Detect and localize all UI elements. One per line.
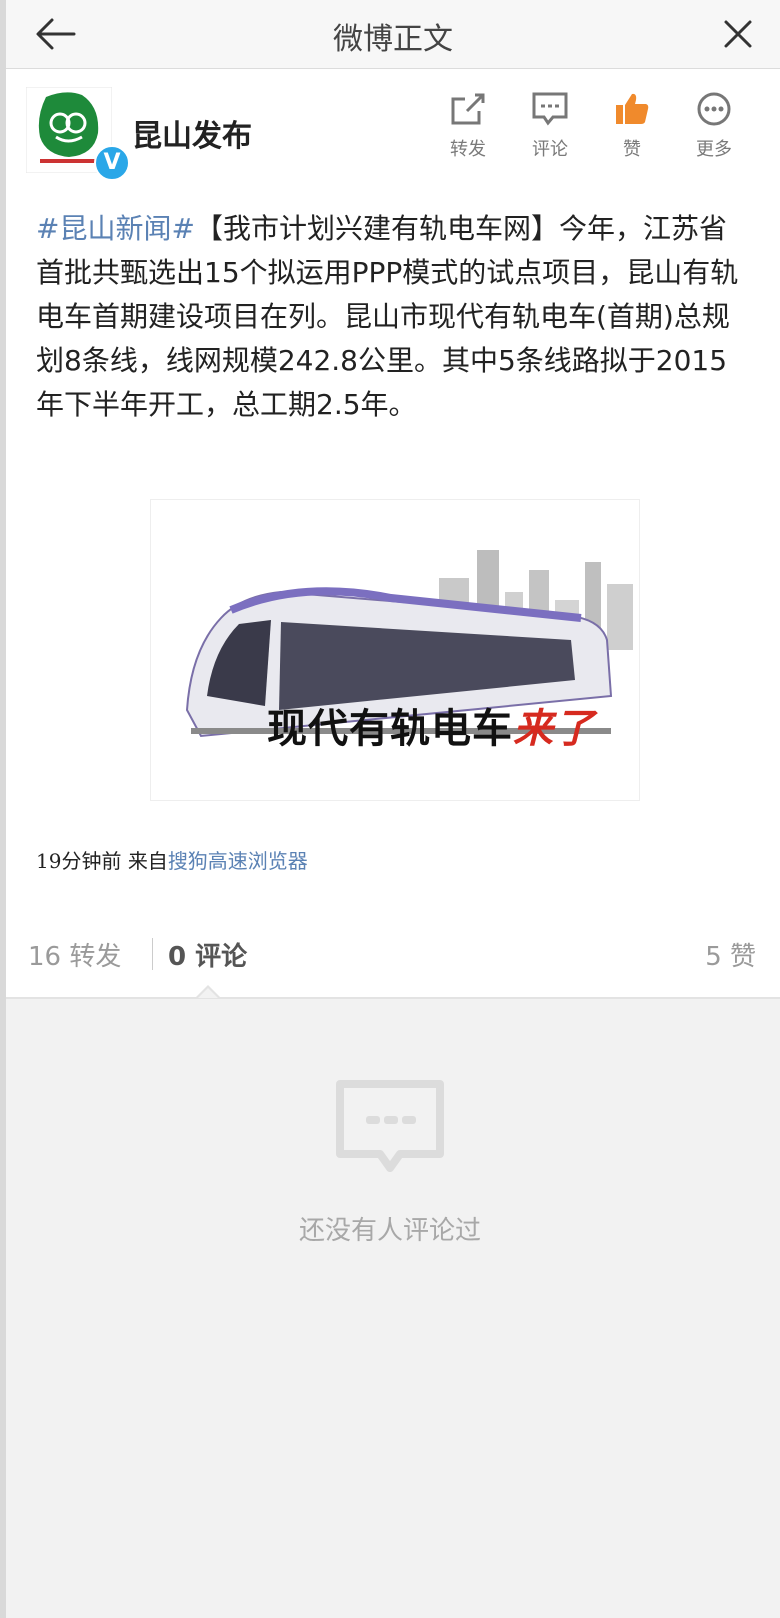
more-action-button[interactable]: 更多 xyxy=(684,91,744,161)
post-meta: 19分钟前 来自搜狗高速浏览器 xyxy=(36,845,308,874)
weibo-detail-page: 微博正文 V 昆山发布 转发 评论 赞 更多 #昆山新闻#【我市计划兴建有轨电车… xyxy=(0,0,780,1618)
top-bar: 微博正文 xyxy=(6,0,780,69)
repost-action-button[interactable]: 转发 xyxy=(438,91,498,161)
close-icon xyxy=(724,20,752,48)
tab-likes[interactable]: 5 赞 xyxy=(705,936,756,973)
comment-action-label: 评论 xyxy=(532,139,568,160)
tab-comments[interactable]: 0 评论 xyxy=(168,936,247,973)
tab-reposts[interactable]: 16 转发 xyxy=(28,936,121,973)
repost-action-label: 转发 xyxy=(450,139,486,160)
image-caption-main: 现代有轨电车 xyxy=(267,706,513,752)
empty-comments-text: 还没有人评论过 xyxy=(298,1216,481,1246)
more-icon xyxy=(697,92,731,126)
like-action-label: 赞 xyxy=(623,139,641,160)
empty-comment-icon xyxy=(336,1080,444,1172)
comment-action-button[interactable]: 评论 xyxy=(520,91,580,161)
post-from-label: 来自 xyxy=(127,849,168,873)
comment-icon xyxy=(532,92,568,126)
stats-bar: 16 转发 0 评论 5 赞 xyxy=(6,908,780,998)
post-text: #昆山新闻#【我市计划兴建有轨电车网】今年，江苏省首批共甄选出15个拟运用PPP… xyxy=(36,207,750,427)
share-icon xyxy=(451,93,485,125)
page-title: 微博正文 xyxy=(333,22,453,57)
image-caption: 现代有轨电车来了 xyxy=(267,696,595,754)
tram-illustration xyxy=(185,550,633,738)
post-source-link[interactable]: 搜狗高速浏览器 xyxy=(168,849,308,873)
hashtag-link[interactable]: #昆山新闻# xyxy=(36,212,195,245)
tabs-underline xyxy=(6,997,780,999)
post-image[interactable]: 现代有轨电车来了 xyxy=(150,499,640,801)
like-action-button[interactable]: 赞 xyxy=(602,91,662,161)
post-card: V 昆山发布 转发 评论 赞 更多 #昆山新闻#【我市计划兴建有轨电车网】今年，… xyxy=(6,69,780,999)
verified-badge-icon: V xyxy=(94,145,130,181)
image-caption-accent: 来了 xyxy=(513,706,595,752)
active-tab-indicator-fill xyxy=(198,988,218,998)
more-action-label: 更多 xyxy=(696,139,732,160)
stats-divider xyxy=(152,938,153,970)
close-button[interactable] xyxy=(720,16,756,52)
author-name[interactable]: 昆山发布 xyxy=(132,111,252,155)
post-time: 19分钟前 xyxy=(36,849,122,873)
thumbs-up-icon xyxy=(616,93,649,124)
